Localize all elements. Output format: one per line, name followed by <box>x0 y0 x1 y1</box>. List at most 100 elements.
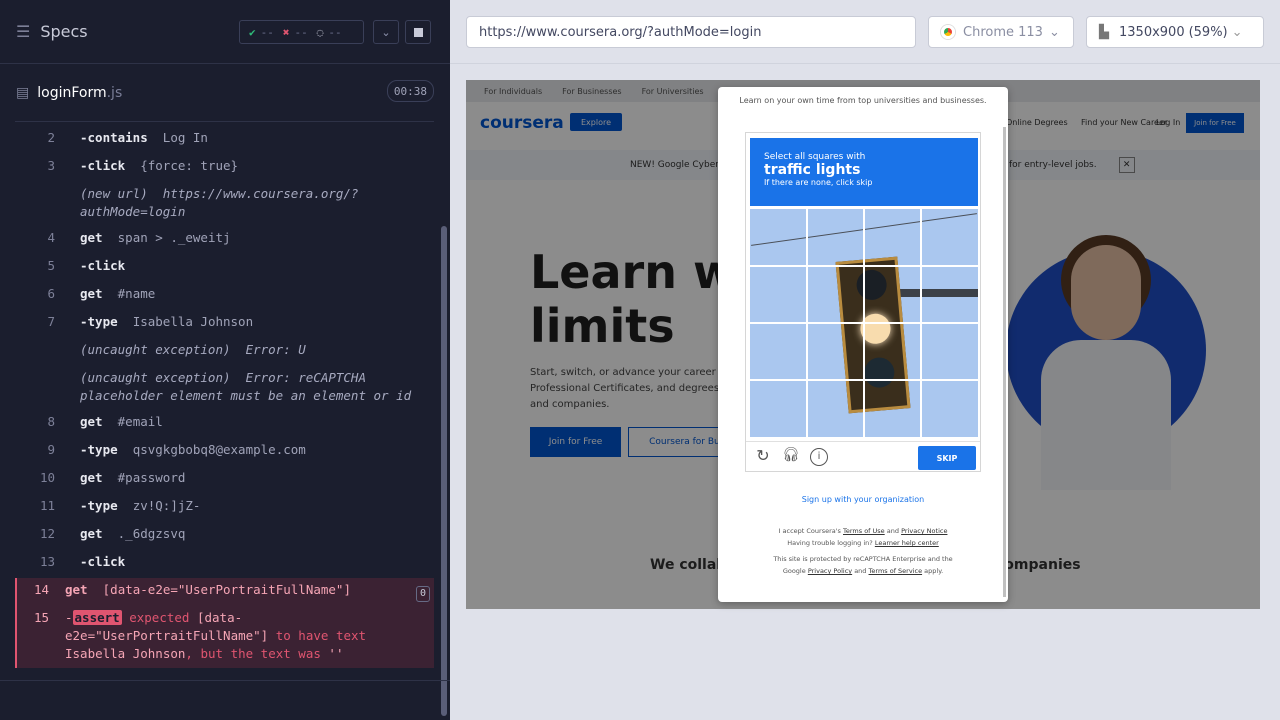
trouble-text: Having trouble logging in? <box>787 539 873 547</box>
command-number: 7 <box>47 314 55 329</box>
org-signup-link[interactable]: Sign up with your organization <box>718 495 1008 504</box>
spec-file-name[interactable]: loginForm.js <box>37 85 122 101</box>
command-number: 13 <box>39 554 55 569</box>
command-info: (new url) https://www.coursera.org/?auth… <box>80 186 359 219</box>
passed-count: -- <box>260 25 274 39</box>
command-number: 14 <box>33 582 49 597</box>
chrome-icon <box>941 25 955 39</box>
info-icon[interactable]: i <box>810 448 828 466</box>
command-number: 8 <box>47 414 55 429</box>
help-center-link[interactable]: Learner help center <box>875 539 939 547</box>
stop-button[interactable] <box>405 20 431 44</box>
element-count-badge: 0 <box>416 586 430 602</box>
specs-list-icon[interactable]: ☰ <box>16 22 30 41</box>
command-number: 15 <box>33 610 49 625</box>
command-info: (uncaught exception) Error: U <box>80 342 306 357</box>
chevron-down-icon: ⌄ <box>1048 24 1060 40</box>
command-name: -type <box>80 314 118 329</box>
aut-panel: https://www.coursera.org/?authMode=login… <box>450 0 1280 720</box>
command-arg: {force: true} <box>140 158 239 173</box>
privacy-policy-link[interactable]: Privacy Policy <box>808 567 852 575</box>
command-name: get <box>80 414 103 429</box>
spec-file-bar: ▤ loginForm.js 00:38 <box>0 65 450 120</box>
recaptcha-instruction: Select all squares with <box>764 152 866 162</box>
command-arg: #password <box>117 470 186 485</box>
skip-button[interactable]: SKIP <box>918 446 976 470</box>
command-arg: span > ._eweitj <box>117 230 231 245</box>
pending-icon: ◌ <box>316 25 324 39</box>
run-stats: ✔ -- ✖ -- ◌ -- <box>239 20 364 44</box>
spec-name: loginForm <box>37 84 107 101</box>
login-modal: Learn on your own time from top universi… <box>718 87 1008 602</box>
recaptcha-challenge: Select all squares with traffic lights I… <box>745 132 981 472</box>
recaptcha-hint: If there are none, click skip <box>764 178 873 187</box>
command-arg: Isabella Johnson <box>132 314 254 329</box>
audio-icon[interactable]: 🎧︎ <box>782 448 800 466</box>
command-name: -type <box>80 442 118 457</box>
assert-label: assert <box>72 610 122 625</box>
assert-to-have: to have text <box>275 628 367 643</box>
command-arg: #name <box>117 286 156 301</box>
command-name: get <box>80 470 103 485</box>
command-name: get <box>80 230 103 245</box>
terms-of-service-link[interactable]: Terms of Service <box>869 567 923 575</box>
url-bar[interactable]: https://www.coursera.org/?authMode=login <box>466 16 916 48</box>
command-number: 9 <box>47 442 55 457</box>
command-number: 12 <box>39 526 55 541</box>
command-arg: zv!Q:]jZ- <box>132 498 201 513</box>
command-arg: Log In <box>162 130 208 145</box>
apply-text: apply. <box>924 567 944 575</box>
command-name: -type <box>80 498 118 513</box>
chevron-down-icon: ⌄ <box>1231 24 1243 40</box>
terms-text: I accept Coursera's Terms of Use and Pri… <box>718 525 1008 577</box>
failed-command-group[interactable]: 14 get [data-e2e="UserPortraitFullName"] 0… <box>15 578 434 668</box>
command-arg: [data-e2e="UserPortraitFullName"] <box>102 582 351 597</box>
recaptcha-header: Select all squares with traffic lights I… <box>750 138 978 206</box>
ruler-icon: ▙ <box>1099 24 1109 40</box>
command-number: 3 <box>47 158 55 173</box>
command-number: 11 <box>39 498 55 513</box>
terms-line: I accept Coursera's <box>778 527 841 535</box>
command-log: 2 -contains Log In 3 -click {force: true} … <box>15 121 434 680</box>
reload-icon[interactable]: ↻ <box>754 448 772 466</box>
recaptcha-image-grid[interactable] <box>750 209 978 437</box>
and-text: and <box>854 567 867 575</box>
command-number: 6 <box>47 286 55 301</box>
command-name: -click <box>80 158 126 173</box>
reporter-panel: ☰ Specs ✔ -- ✖ -- ◌ -- ⌄ ▤ loginForm.js 00:… <box>0 0 450 720</box>
command-name: -click <box>80 554 126 569</box>
failed-count: -- <box>294 25 308 39</box>
command-name: -click <box>80 258 126 273</box>
pending-count: -- <box>328 25 342 39</box>
browser-label: Chrome 113 <box>963 24 1043 40</box>
command-number: 5 <box>47 258 55 273</box>
reporter-scrollbar[interactable] <box>441 226 447 716</box>
recaptcha-footer: ↻ 🎧︎ i SKIP <box>746 441 980 471</box>
run-timer: 00:38 <box>386 80 434 102</box>
browser-selector[interactable]: Chrome 113 ⌄ <box>928 16 1074 48</box>
command-arg: qsvgkgbobq8@example.com <box>132 442 306 457</box>
command-info: (uncaught exception) Error: reCAPTCHA pl… <box>80 370 412 403</box>
assert-expected: expected <box>129 610 190 625</box>
viewport-zoom: (59%) <box>1188 24 1228 40</box>
assert-value: Isabella Johnson <box>65 646 186 661</box>
assert-actual: '' <box>328 646 344 661</box>
divider <box>450 63 1280 64</box>
command-arg: #email <box>117 414 163 429</box>
viewport-info[interactable]: ▙ 1350x900 (59%) ⌄ <box>1086 16 1264 48</box>
failed-icon: ✖ <box>282 25 290 39</box>
command-arg: ._6dgzsvq <box>117 526 186 541</box>
viewport-size: 1350x900 <box>1119 24 1185 40</box>
command-name: get <box>80 286 103 301</box>
terms-of-use-link[interactable]: Terms of Use <box>843 527 885 535</box>
command-name: get <box>65 582 88 597</box>
privacy-notice-link[interactable]: Privacy Notice <box>901 527 947 535</box>
command-number: 10 <box>39 470 55 485</box>
tile-grid-lines <box>750 209 978 437</box>
divider <box>0 680 450 681</box>
passed-icon: ✔ <box>249 25 256 39</box>
chevron-down-icon[interactable]: ⌄ <box>373 20 399 44</box>
spec-ext: .js <box>106 84 123 101</box>
command-number: 2 <box>47 130 55 145</box>
recaptcha-target: traffic lights <box>764 162 861 178</box>
